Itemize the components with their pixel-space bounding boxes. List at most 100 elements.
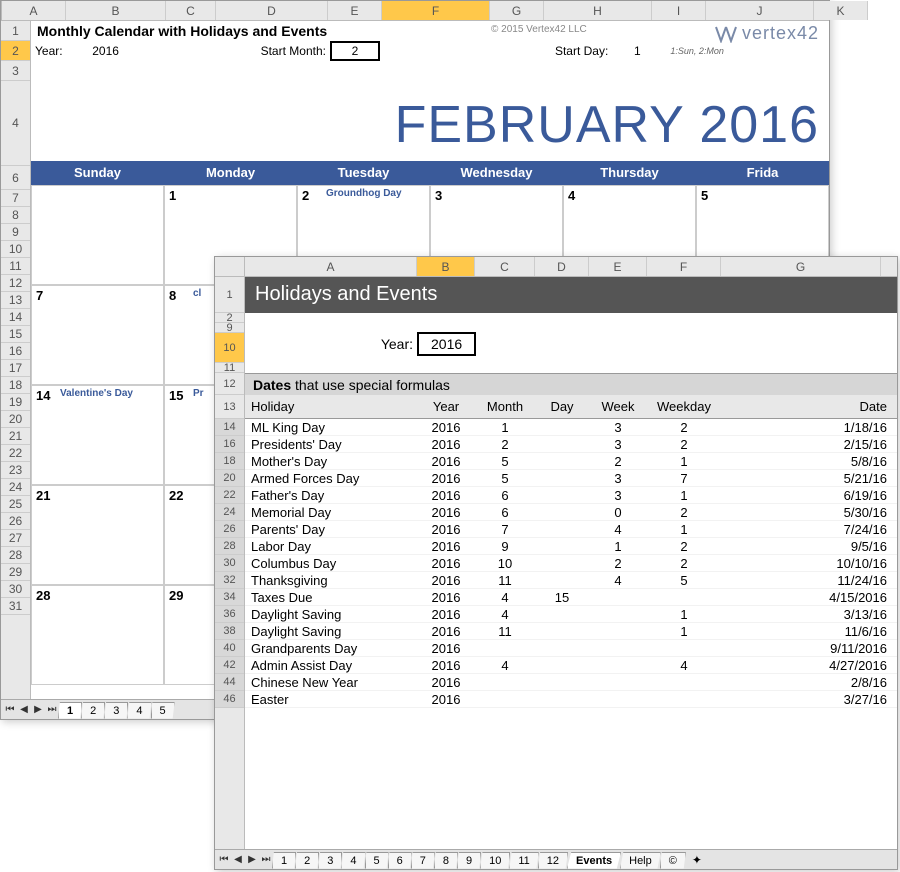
column-header-G[interactable]: G — [490, 1, 544, 20]
row-header-22[interactable]: 22 — [215, 487, 244, 504]
insert-sheet-icon[interactable]: ✦ — [692, 853, 702, 867]
row-header-11[interactable]: 11 — [1, 258, 30, 275]
table-row[interactable]: Columbus Day2016102210/10/16 — [245, 555, 897, 572]
select-all-corner[interactable] — [215, 257, 245, 276]
row-header-18[interactable]: 18 — [1, 377, 30, 394]
row-header-26[interactable]: 26 — [1, 513, 30, 530]
column-header-C[interactable]: C — [166, 1, 216, 20]
column-header-E[interactable]: E — [589, 257, 647, 276]
column-header-C[interactable]: C — [475, 257, 535, 276]
row-header-10[interactable]: 10 — [215, 333, 244, 363]
row-header-32[interactable]: 32 — [215, 572, 244, 589]
row-header-29[interactable]: 29 — [1, 564, 30, 581]
sheet-tab-5[interactable]: 5 — [151, 702, 175, 719]
table-row[interactable]: Taxes Due20164154/15/2016 — [245, 589, 897, 606]
table-row[interactable]: Armed Forces Day20165375/21/16 — [245, 470, 897, 487]
sheet-tab-2[interactable]: 2 — [81, 702, 105, 719]
table-row[interactable]: Memorial Day20166025/30/16 — [245, 504, 897, 521]
table-row[interactable]: Presidents' Day20162322/15/16 — [245, 436, 897, 453]
calendar-cell[interactable]: 21 — [31, 485, 164, 585]
row-header-9[interactable]: 9 — [1, 224, 30, 241]
row-header-15[interactable]: 15 — [1, 326, 30, 343]
row-header-14[interactable]: 14 — [215, 419, 244, 436]
table-row[interactable]: Admin Assist Day2016444/27/2016 — [245, 657, 897, 674]
cell-grid[interactable]: Holidays and Events Year: 2016 Dates tha… — [245, 277, 897, 849]
row-header-27[interactable]: 27 — [1, 530, 30, 547]
row-header-28[interactable]: 28 — [215, 538, 244, 555]
tab-nav-next[interactable]: ▶ — [31, 703, 45, 717]
row-header-14[interactable]: 14 — [1, 309, 30, 326]
row-header-30[interactable]: 30 — [215, 555, 244, 572]
sheet-tab-8[interactable]: 8 — [434, 852, 458, 869]
row-header-7[interactable]: 7 — [1, 190, 30, 207]
calendar-cell[interactable]: 14Valentine's Day — [31, 385, 164, 485]
row-header-16[interactable]: 16 — [1, 343, 30, 360]
row-header-12[interactable]: 12 — [215, 373, 244, 395]
row-header-8[interactable]: 8 — [1, 207, 30, 224]
column-header-F[interactable]: F — [647, 257, 721, 276]
sheet-tab-Help[interactable]: Help — [620, 852, 661, 869]
column-header-G[interactable]: G — [721, 257, 881, 276]
row-header-24[interactable]: 24 — [1, 479, 30, 496]
table-row[interactable]: Mother's Day20165215/8/16 — [245, 453, 897, 470]
row-header-26[interactable]: 26 — [215, 521, 244, 538]
tab-nav-prev[interactable]: ◀ — [17, 703, 31, 717]
row-header-40[interactable]: 40 — [215, 640, 244, 657]
sheet-tab-1[interactable]: 1 — [272, 852, 296, 869]
sheet-tab-9[interactable]: 9 — [457, 852, 481, 869]
row-header-12[interactable]: 12 — [1, 275, 30, 292]
table-row[interactable]: Daylight Saving201611111/6/16 — [245, 623, 897, 640]
row-header-19[interactable]: 19 — [1, 394, 30, 411]
row-header-23[interactable]: 23 — [1, 462, 30, 479]
row-header-17[interactable]: 17 — [1, 360, 30, 377]
row-header-16[interactable]: 16 — [215, 436, 244, 453]
column-header-H[interactable]: H — [544, 1, 652, 20]
sheet-tab-12[interactable]: 12 — [538, 852, 568, 869]
start-day-value[interactable]: 1 — [612, 43, 662, 59]
row-header-6[interactable]: 6 — [1, 166, 30, 190]
tab-nav-first[interactable]: ⏮ — [3, 703, 17, 717]
table-row[interactable]: Grandparents Day20169/11/2016 — [245, 640, 897, 657]
sheet-tab-4[interactable]: 4 — [127, 702, 151, 719]
tab-nav-last[interactable]: ⏭ — [259, 853, 273, 867]
column-header-J[interactable]: J — [706, 1, 814, 20]
row-header-4[interactable]: 4 — [1, 81, 30, 166]
column-header-B[interactable]: B — [66, 1, 166, 20]
row-header-1[interactable]: 1 — [1, 21, 30, 41]
row-header-36[interactable]: 36 — [215, 606, 244, 623]
calendar-cell[interactable]: 7 — [31, 285, 164, 385]
row-header-20[interactable]: 20 — [1, 411, 30, 428]
table-row[interactable]: Thanksgiving2016114511/24/16 — [245, 572, 897, 589]
row-header-31[interactable]: 31 — [1, 598, 30, 615]
row-header-9[interactable]: 9 — [215, 323, 244, 333]
column-header-A[interactable]: A — [2, 1, 66, 20]
row-header-2[interactable]: 2 — [1, 41, 30, 61]
row-header-10[interactable]: 10 — [1, 241, 30, 258]
table-row[interactable]: Parents' Day20167417/24/16 — [245, 521, 897, 538]
row-header-11[interactable]: 11 — [215, 363, 244, 373]
column-header-K[interactable]: K — [814, 1, 868, 20]
column-header-D[interactable]: D — [216, 1, 328, 20]
column-header-B[interactable]: B — [417, 257, 475, 276]
row-header-25[interactable]: 25 — [1, 496, 30, 513]
year-value[interactable]: 2016 — [417, 332, 476, 356]
column-header-I[interactable]: I — [652, 1, 706, 20]
row-header-42[interactable]: 42 — [215, 657, 244, 674]
row-header-21[interactable]: 21 — [1, 428, 30, 445]
table-row[interactable]: Easter20163/27/16 — [245, 691, 897, 708]
table-row[interactable]: Chinese New Year20162/8/16 — [245, 674, 897, 691]
row-header-34[interactable]: 34 — [215, 589, 244, 606]
row-header-1[interactable]: 1 — [215, 277, 244, 313]
row-header-20[interactable]: 20 — [215, 470, 244, 487]
sheet-tab-10[interactable]: 10 — [480, 852, 510, 869]
start-month-value[interactable]: 2 — [330, 41, 380, 61]
row-header-38[interactable]: 38 — [215, 623, 244, 640]
sheet-tab-©[interactable]: © — [660, 852, 686, 869]
year-value[interactable]: 2016 — [81, 43, 131, 59]
table-row[interactable]: ML King Day20161321/18/16 — [245, 419, 897, 436]
row-header-24[interactable]: 24 — [215, 504, 244, 521]
table-row[interactable]: Daylight Saving2016413/13/16 — [245, 606, 897, 623]
tab-nav-next[interactable]: ▶ — [245, 853, 259, 867]
row-header-13[interactable]: 13 — [215, 395, 244, 419]
row-header-22[interactable]: 22 — [1, 445, 30, 462]
